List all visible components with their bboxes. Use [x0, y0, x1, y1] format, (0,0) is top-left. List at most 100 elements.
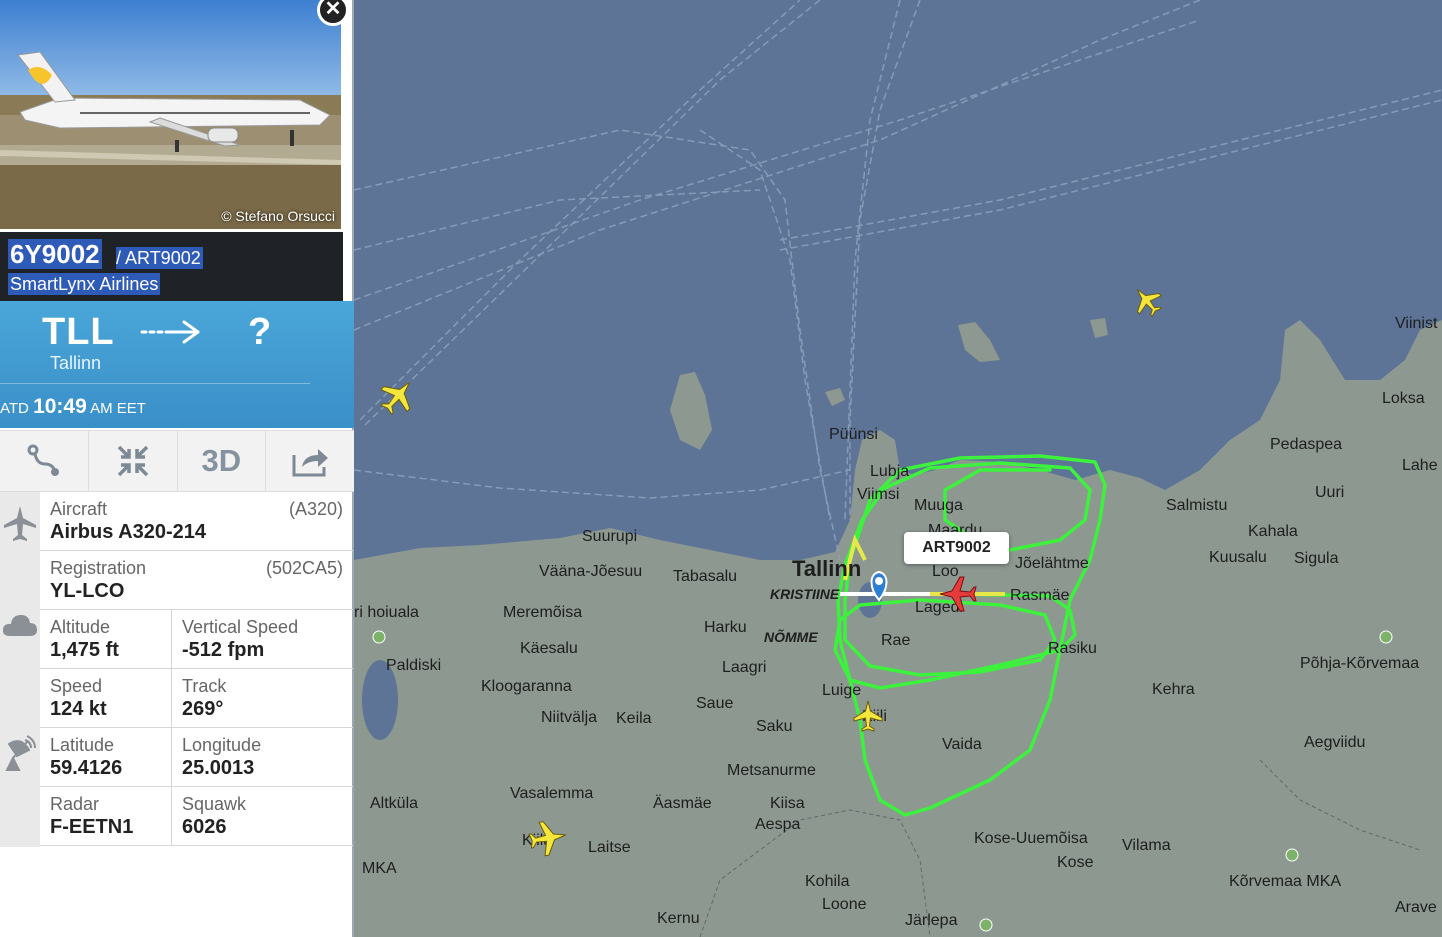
- airplane-icon: [0, 504, 40, 547]
- place-label: Vaida: [942, 736, 982, 753]
- place-label: Metsanurme: [727, 762, 816, 779]
- route-icon: [27, 444, 59, 476]
- photo-credit: © Stefano Orsucci: [221, 208, 335, 224]
- place-label: Aespa: [755, 816, 800, 833]
- place-label: ri hoiuala: [354, 604, 419, 621]
- place-label: Laitse: [588, 839, 631, 856]
- flight-info-panel: © Stefano Orsucci ✕ 6Y9002 / ART9002 Sma…: [0, 0, 354, 937]
- route-button[interactable]: [0, 431, 89, 491]
- vertical-speed-value: -512 fpm: [182, 639, 265, 661]
- place-label: Harku: [704, 619, 747, 636]
- share-button[interactable]: [266, 431, 354, 491]
- place-label: Aegviidu: [1304, 734, 1365, 751]
- place-label: Muuga: [914, 497, 963, 514]
- place-label: Saue: [696, 695, 733, 712]
- collapse-button[interactable]: [89, 431, 178, 491]
- airline-name: SmartLynx Airlines: [8, 273, 161, 295]
- place-label: Rasiku: [1048, 640, 1097, 657]
- place-label: Rasmäe: [1010, 587, 1070, 604]
- place-label: Lahe: [1402, 457, 1438, 474]
- park-marker-icon: [1379, 630, 1393, 644]
- place-label: Laagri: [722, 659, 766, 676]
- place-label: Kiisa: [770, 795, 805, 812]
- place-label: Pedaspea: [1270, 436, 1342, 453]
- speed-value: 124 kt: [50, 698, 107, 720]
- route-divider: [0, 383, 310, 384]
- collapse-icon: [117, 445, 148, 477]
- place-label: Luige: [822, 682, 861, 699]
- place-label: Vasalemma: [510, 785, 593, 802]
- place-label: Paldiski: [386, 657, 441, 674]
- registration-code: (502CA5): [265, 558, 343, 578]
- aircraft-value: Airbus A320-214: [50, 521, 206, 543]
- radar-row: Radar F-EETN1 Squawk 6026: [40, 787, 353, 846]
- place-label: Kohila: [805, 873, 850, 890]
- atd-prefix: ATD: [0, 400, 29, 417]
- place-label: Kuusalu: [1209, 549, 1267, 566]
- place-label: Salmistu: [1166, 497, 1227, 514]
- flight-details: Aircraft Airbus A320-214 (A320) Registra…: [40, 492, 353, 846]
- place-label: Vääna-Jõesuu: [539, 563, 642, 580]
- place-label: Viinist: [1395, 315, 1438, 332]
- place-label: Meremõisa: [503, 604, 582, 621]
- park-marker-icon: [372, 630, 386, 644]
- registration-value: YL-LCO: [50, 580, 125, 602]
- flight-callsign: 6Y9002: [8, 239, 102, 269]
- place-label: Kahala: [1248, 523, 1298, 540]
- place-label: Kõrvemaa MKA: [1229, 873, 1341, 890]
- park-marker-icon: [979, 918, 993, 932]
- origin-city: Tallinn: [50, 353, 102, 373]
- aircraft-code: (A320): [288, 499, 343, 519]
- place-label: Loone: [822, 896, 867, 913]
- place-label: Saku: [756, 718, 792, 735]
- origin-code: TLL: [42, 311, 115, 353]
- place-label: Lubja: [870, 463, 909, 480]
- flight-header: 6Y9002 / ART9002 SmartLynx Airlines: [0, 232, 343, 301]
- place-label: Vilama: [1122, 837, 1171, 854]
- place-label: Järlepa: [905, 912, 958, 929]
- place-label: Arave: [1395, 899, 1437, 916]
- flight-callsign-alt: / ART9002: [116, 247, 203, 269]
- longitude-label: Longitude: [182, 735, 262, 755]
- route-section: TLL Tallinn ? ATD 10:49 AM EET: [0, 301, 354, 428]
- place-label: Kloogaranna: [481, 678, 572, 695]
- place-label: Püünsi: [829, 426, 878, 443]
- info-icon-column: [0, 492, 40, 847]
- panel-toolbar: 3D: [0, 430, 354, 492]
- cloud-icon: [0, 612, 40, 643]
- speed-label: Speed: [50, 676, 103, 696]
- place-label: Altküla: [370, 795, 418, 812]
- position-row: Latitude 59.4126 Longitude 25.0013: [40, 728, 353, 787]
- registration-row: Registration YL-LCO (502CA5): [40, 551, 353, 610]
- place-label: Kehra: [1152, 681, 1195, 698]
- view-3d-button[interactable]: 3D: [178, 431, 267, 491]
- aircraft-callout[interactable]: ART9002: [904, 532, 1009, 564]
- longitude-value: 25.0013: [182, 757, 255, 779]
- departure-time: ATD 10:49 AM EET: [0, 395, 146, 419]
- place-label: Põhja-Kõrvemaa: [1300, 655, 1419, 672]
- speed-row: Speed 124 kt Track 269°: [40, 669, 353, 728]
- latitude-value: 59.4126: [50, 757, 123, 779]
- altitude-label: Altitude: [50, 617, 111, 637]
- place-label: Käesalu: [520, 640, 578, 657]
- altitude-row: Altitude 1,475 ft Vertical Speed -512 fp…: [40, 610, 353, 669]
- place-label: Sigula: [1294, 550, 1339, 567]
- park-marker-icon: [1285, 848, 1299, 862]
- radar-icon: [0, 732, 40, 777]
- share-icon: [292, 449, 329, 477]
- place-label: Äasmäe: [653, 794, 712, 812]
- atd-time: 10:49: [33, 395, 87, 418]
- place-label: MKA: [362, 860, 397, 877]
- close-icon: ✕: [324, 0, 342, 20]
- close-button[interactable]: ✕: [317, 0, 349, 26]
- place-label: Kose-Uuemõisa: [974, 830, 1088, 847]
- place-label: Kernu: [657, 910, 700, 927]
- place-label: Suurupi: [582, 528, 637, 545]
- place-label: Viimsi: [857, 486, 899, 503]
- aircraft-row: Aircraft Airbus A320-214 (A320): [40, 492, 353, 551]
- place-label: Kose: [1057, 854, 1094, 871]
- aircraft-photo: © Stefano Orsucci: [0, 0, 341, 229]
- place-label: Jõelähtme: [1015, 555, 1089, 572]
- atd-suffix: AM EET: [90, 400, 146, 417]
- squawk-value: 6026: [182, 816, 227, 838]
